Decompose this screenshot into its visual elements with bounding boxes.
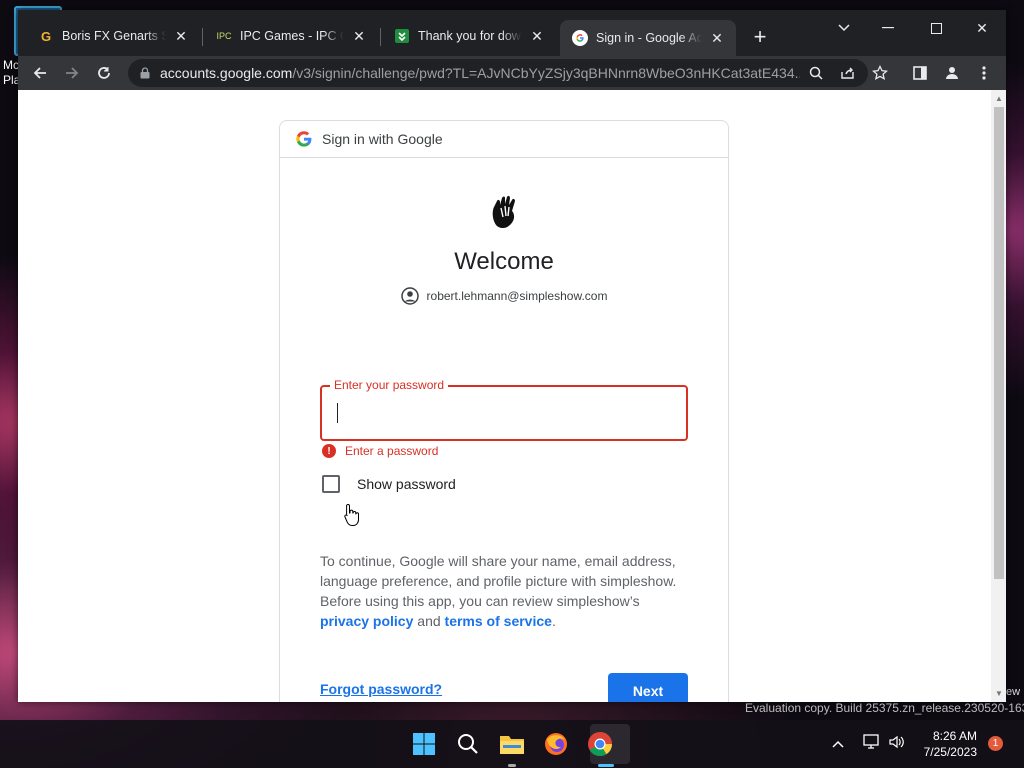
password-label: Enter your password bbox=[330, 378, 449, 392]
side-panel-icon[interactable] bbox=[908, 61, 932, 85]
close-tab-icon[interactable]: ✕ bbox=[708, 29, 726, 47]
firefox-icon[interactable] bbox=[540, 728, 572, 760]
profile-icon[interactable] bbox=[940, 61, 964, 85]
tab-strip: G Boris FX Genarts Sapphire ✕ IPC IPC Ga… bbox=[18, 10, 1006, 56]
chrome-icon[interactable] bbox=[584, 728, 616, 760]
network-icon[interactable] bbox=[862, 734, 880, 753]
tab-title: Thank you for downloading bbox=[418, 29, 522, 43]
consent-text: To continue, Google will share your name… bbox=[320, 553, 677, 609]
tab-download[interactable]: Thank you for downloading ✕ bbox=[382, 20, 556, 52]
google-favicon-icon bbox=[572, 30, 588, 46]
consent-and: and bbox=[417, 613, 441, 629]
close-window-button[interactable]: ✕ bbox=[960, 14, 1004, 42]
forgot-password-link[interactable]: Forgot password? bbox=[320, 681, 442, 697]
card-header: Sign in with Google bbox=[280, 121, 728, 158]
desktop-icon-label-1: Mc bbox=[3, 58, 19, 72]
error-icon: ! bbox=[322, 444, 336, 458]
consent-period: . bbox=[551, 613, 556, 629]
bookmark-star-icon[interactable] bbox=[868, 61, 892, 85]
tab-separator bbox=[202, 28, 203, 46]
simpleshow-hand-logo-icon bbox=[492, 195, 515, 228]
volume-icon[interactable] bbox=[888, 734, 906, 753]
notification-badge[interactable]: 1 bbox=[988, 736, 1003, 751]
account-chip[interactable]: robert.lehmann@simpleshow.com bbox=[280, 287, 728, 305]
next-button[interactable]: Next bbox=[608, 673, 688, 702]
tab-ipc-games[interactable]: IPC IPC Games - IPC Games ✕ bbox=[204, 20, 378, 52]
password-field[interactable]: Enter your password bbox=[320, 378, 688, 441]
terms-of-service-link[interactable]: terms of service bbox=[445, 613, 552, 629]
show-password-label: Show password bbox=[357, 476, 456, 492]
ipc-favicon-icon: IPC bbox=[216, 31, 232, 41]
tab-separator bbox=[380, 28, 381, 46]
tab-search-chevron-icon[interactable] bbox=[822, 14, 866, 42]
show-password-checkbox[interactable] bbox=[322, 475, 340, 493]
share-icon[interactable] bbox=[836, 61, 860, 85]
error-text: Enter a password bbox=[345, 444, 439, 458]
tab-boris-fx[interactable]: G Boris FX Genarts Sapphire ✕ bbox=[26, 20, 200, 52]
download-favicon-icon bbox=[394, 28, 410, 44]
tab-title: Sign in - Google Accounts bbox=[596, 31, 702, 45]
account-email: robert.lehmann@simpleshow.com bbox=[426, 289, 608, 303]
system-clock[interactable]: 8:26 AM 7/25/2023 bbox=[915, 728, 977, 760]
file-explorer-folder-icon[interactable] bbox=[496, 728, 528, 760]
browser-toolbar: accounts.google.com/v3/signin/challenge/… bbox=[18, 56, 1006, 90]
forward-button[interactable] bbox=[58, 59, 86, 87]
welcome-heading: Welcome bbox=[454, 248, 554, 275]
back-button[interactable] bbox=[26, 59, 54, 87]
tab-google-signin[interactable]: Sign in - Google Accounts ✕ bbox=[560, 20, 736, 56]
close-tab-icon[interactable]: ✕ bbox=[172, 27, 190, 45]
tab-title: Boris FX Genarts Sapphire bbox=[62, 29, 166, 43]
tray-overflow-chevron-icon[interactable] bbox=[832, 735, 844, 751]
tab-title: IPC Games - IPC Games bbox=[240, 29, 344, 43]
url-host: accounts.google.com bbox=[160, 65, 293, 81]
more-menu-icon[interactable] bbox=[972, 61, 996, 85]
g-favicon-icon: G bbox=[40, 28, 52, 44]
lock-icon[interactable] bbox=[138, 67, 152, 79]
clock-date: 7/25/2023 bbox=[923, 745, 977, 759]
address-bar[interactable]: accounts.google.com/v3/signin/challenge/… bbox=[128, 59, 868, 87]
clock-time: 8:26 AM bbox=[932, 729, 977, 743]
password-error: ! Enter a password bbox=[322, 444, 438, 458]
explorer-running-indicator bbox=[508, 764, 516, 767]
taskbar: 8:26 AM 7/25/2023 1 bbox=[0, 720, 1024, 768]
reload-button[interactable] bbox=[90, 59, 118, 87]
minimize-button[interactable] bbox=[866, 14, 910, 42]
scroll-up-arrow-icon[interactable]: ▲ bbox=[994, 93, 1004, 103]
new-tab-button[interactable]: + bbox=[748, 24, 772, 49]
start-menu-windows-icon[interactable] bbox=[408, 728, 440, 760]
url-path: /v3/signin/challenge/pwd?TL=AJvNCbYyZSjy… bbox=[292, 65, 800, 81]
close-tab-icon[interactable]: ✕ bbox=[350, 27, 368, 45]
chrome-running-indicator bbox=[598, 764, 614, 767]
browser-window: G Boris FX Genarts Sapphire ✕ IPC IPC Ga… bbox=[18, 10, 1006, 702]
page-content: Sign in with Google Welcome robert.lehma… bbox=[18, 90, 1006, 702]
search-icon[interactable] bbox=[452, 728, 484, 760]
maximize-button[interactable] bbox=[914, 14, 958, 42]
google-logo-icon bbox=[296, 131, 312, 147]
close-tab-icon[interactable]: ✕ bbox=[528, 27, 546, 45]
scroll-down-arrow-icon[interactable]: ▼ bbox=[994, 688, 1004, 698]
zoom-search-icon[interactable] bbox=[804, 61, 828, 85]
account-avatar-icon bbox=[400, 287, 419, 305]
consent-text-block: To continue, Google will share your name… bbox=[320, 551, 690, 631]
hand-pointer-cursor-icon bbox=[344, 503, 359, 526]
password-input[interactable] bbox=[338, 397, 678, 429]
desktop-edge-text: ew bbox=[1006, 686, 1021, 698]
page-scrollbar[interactable]: ▲ ▼ bbox=[991, 90, 1006, 702]
signin-card: Sign in with Google Welcome robert.lehma… bbox=[279, 120, 729, 702]
card-header-title: Sign in with Google bbox=[322, 131, 443, 147]
evaluation-watermark: Evaluation copy. Build 25375.zn_release.… bbox=[745, 701, 1024, 715]
scrollbar-thumb[interactable] bbox=[994, 107, 1004, 579]
show-password-toggle[interactable]: Show password bbox=[322, 475, 456, 493]
privacy-policy-link[interactable]: privacy policy bbox=[320, 613, 413, 629]
